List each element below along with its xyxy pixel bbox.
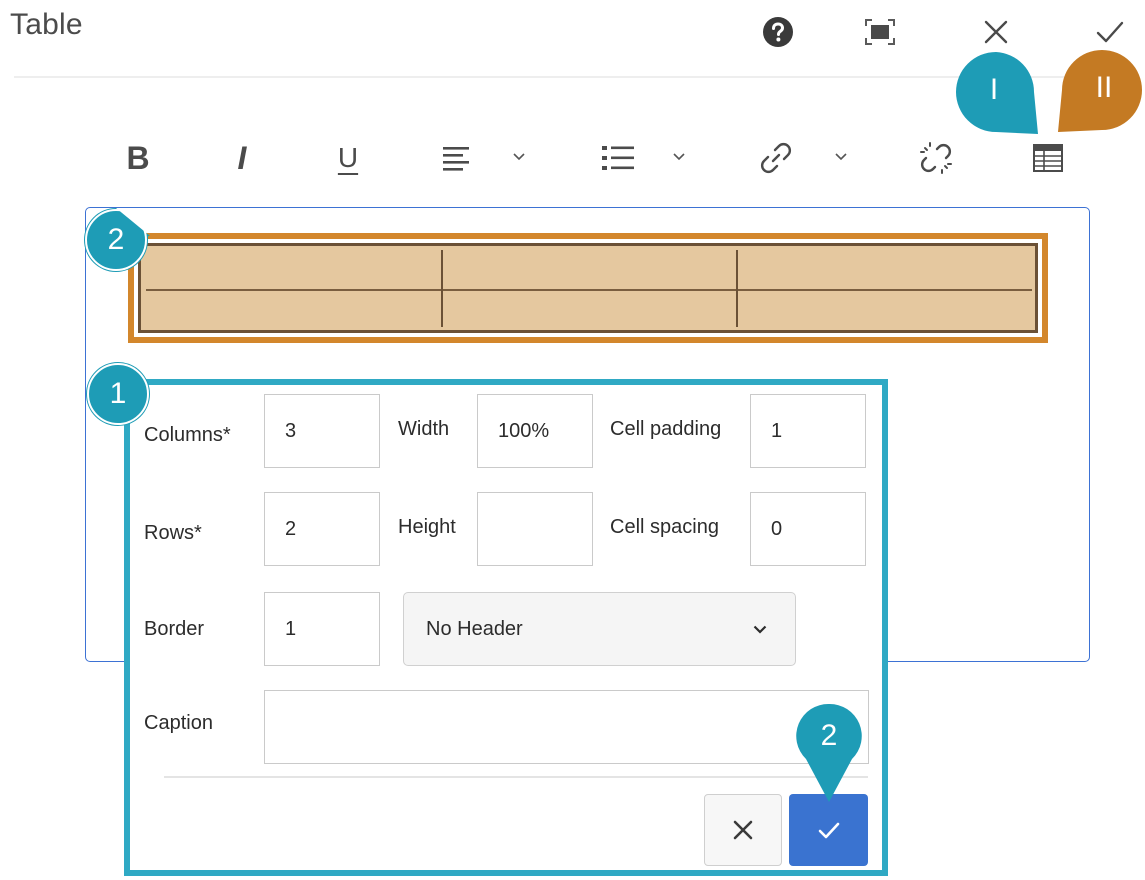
insert-table-button[interactable] <box>1026 136 1070 180</box>
cell-spacing-label: Cell spacing <box>610 516 719 538</box>
dialog-cancel-button[interactable] <box>704 794 782 866</box>
list-button[interactable] <box>596 136 640 180</box>
cell-spacing-field[interactable]: 0 <box>750 492 866 566</box>
callout-roman-two: II <box>1058 48 1142 134</box>
underline-button[interactable]: U <box>328 136 368 180</box>
callout-table-marker: 2 <box>82 206 154 278</box>
align-button[interactable] <box>436 136 476 180</box>
columns-field[interactable]: 3 <box>264 394 380 468</box>
italic-button[interactable]: I <box>224 136 260 180</box>
cell-padding-label: Cell padding <box>610 418 722 440</box>
align-left-icon <box>443 147 469 171</box>
align-dropdown[interactable] <box>510 148 528 166</box>
callout-dialog-marker: 1 <box>84 358 156 430</box>
fullscreen-button[interactable] <box>860 12 900 52</box>
caption-label: Caption <box>144 712 213 734</box>
link-icon <box>761 143 791 173</box>
columns-label: Columns* <box>144 424 231 446</box>
table-column-divider <box>736 250 738 327</box>
table-row-divider <box>146 289 1032 291</box>
link-dropdown[interactable] <box>832 148 850 166</box>
height-field[interactable] <box>477 492 593 566</box>
fullscreen-icon <box>865 19 895 45</box>
close-button[interactable] <box>976 12 1016 52</box>
inserted-table[interactable] <box>138 243 1038 333</box>
help-button[interactable] <box>758 12 798 52</box>
caption-field[interactable] <box>264 690 869 764</box>
callout-ok-marker-label: 2 <box>820 719 838 752</box>
height-label: Height <box>398 516 456 538</box>
header-select-value: No Header <box>426 617 523 640</box>
callout-roman-one: I <box>954 50 1040 136</box>
unlink-button[interactable] <box>914 136 958 180</box>
list-dropdown[interactable] <box>670 148 688 166</box>
table-icon <box>1033 144 1063 172</box>
close-icon <box>733 820 753 840</box>
dialog-title: Table <box>10 8 83 41</box>
rows-field[interactable]: 2 <box>264 492 380 566</box>
bold-button[interactable]: B <box>118 136 158 180</box>
width-field[interactable]: 100% <box>477 394 593 468</box>
border-label: Border <box>144 618 205 640</box>
table-column-divider <box>441 250 443 327</box>
callout-ok-marker: 2 <box>794 702 864 806</box>
checkmark-icon <box>818 822 839 839</box>
rows-label: Rows* <box>144 522 202 544</box>
callout-dialog-marker-label: 1 <box>109 377 127 410</box>
underline-label: U <box>337 142 359 173</box>
link-button[interactable] <box>754 136 798 180</box>
chevron-down-icon <box>835 153 847 161</box>
border-field[interactable]: 1 <box>264 592 380 666</box>
checkmark-icon <box>1096 21 1124 43</box>
callout-roman-two-label: II <box>1095 71 1113 104</box>
dialog-footer-divider <box>164 776 868 778</box>
done-button[interactable] <box>1090 12 1130 52</box>
width-label: Width <box>398 418 450 440</box>
bulleted-list-icon <box>602 146 634 170</box>
chevron-down-icon <box>753 625 767 634</box>
help-circle-icon <box>763 17 793 47</box>
header-select[interactable]: No Header <box>403 592 796 666</box>
callout-table-marker-label: 2 <box>107 223 125 256</box>
unlink-icon <box>920 142 952 174</box>
close-icon <box>984 20 1008 44</box>
chevron-down-icon <box>673 153 685 161</box>
chevron-down-icon <box>513 153 525 161</box>
callout-roman-one-label: I <box>989 73 999 106</box>
cell-padding-field[interactable]: 1 <box>750 394 866 468</box>
